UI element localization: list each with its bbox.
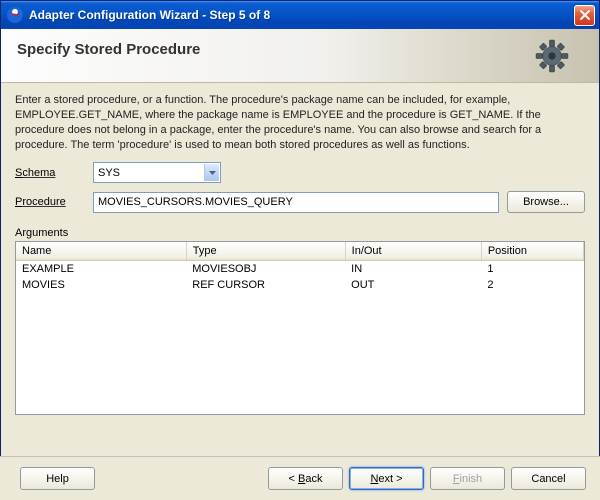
col-position[interactable]: Position — [481, 242, 583, 261]
cell-position: 1 — [481, 261, 583, 278]
instructions-text: Enter a stored procedure, or a function.… — [15, 93, 585, 152]
cell-name: EXAMPLE — [16, 261, 186, 278]
wizard-footer: Help < Back Next > Finish Cancel — [0, 456, 600, 500]
procedure-input[interactable] — [93, 192, 499, 213]
table-row[interactable]: EXAMPLE MOVIESOBJ IN 1 — [16, 261, 584, 278]
content-area: Enter a stored procedure, or a function.… — [1, 83, 599, 421]
chevron-down-icon — [204, 164, 219, 181]
gear-icon — [531, 35, 573, 77]
schema-label: Schema — [15, 167, 93, 179]
app-icon — [7, 7, 23, 23]
cell-type: REF CURSOR — [186, 277, 345, 293]
cell-inout: IN — [345, 261, 481, 278]
procedure-label: Procedure — [15, 196, 93, 208]
cell-inout: OUT — [345, 277, 481, 293]
arguments-table-container: Name Type In/Out Position EXAMPLE MOVIES… — [15, 241, 585, 415]
page-title: Specify Stored Procedure — [17, 41, 583, 58]
back-button[interactable]: < Back — [268, 467, 343, 490]
schema-select[interactable]: SYS — [93, 162, 221, 183]
titlebar: Adapter Configuration Wizard - Step 5 of… — [1, 1, 599, 29]
browse-button[interactable]: Browse... — [507, 191, 585, 213]
arguments-table: Name Type In/Out Position EXAMPLE MOVIES… — [16, 242, 584, 293]
col-type[interactable]: Type — [186, 242, 345, 261]
procedure-row: Procedure Browse... — [15, 191, 585, 213]
col-name[interactable]: Name — [16, 242, 186, 261]
wizard-banner: Specify Stored Procedure — [1, 29, 599, 83]
cancel-button[interactable]: Cancel — [511, 467, 586, 490]
next-button[interactable]: Next > — [349, 467, 424, 490]
schema-row: Schema SYS — [15, 162, 585, 183]
table-row[interactable]: MOVIES REF CURSOR OUT 2 — [16, 277, 584, 293]
cell-name: MOVIES — [16, 277, 186, 293]
help-button[interactable]: Help — [20, 467, 95, 490]
close-icon — [580, 10, 590, 20]
finish-button: Finish — [430, 467, 505, 490]
close-button[interactable] — [574, 5, 595, 26]
cell-type: MOVIESOBJ — [186, 261, 345, 278]
schema-value: SYS — [98, 167, 120, 179]
window-title: Adapter Configuration Wizard - Step 5 of… — [29, 8, 574, 22]
table-header-row: Name Type In/Out Position — [16, 242, 584, 261]
arguments-label: Arguments — [15, 227, 585, 239]
cell-position: 2 — [481, 277, 583, 293]
banner-graphic — [527, 31, 577, 81]
col-inout[interactable]: In/Out — [345, 242, 481, 261]
